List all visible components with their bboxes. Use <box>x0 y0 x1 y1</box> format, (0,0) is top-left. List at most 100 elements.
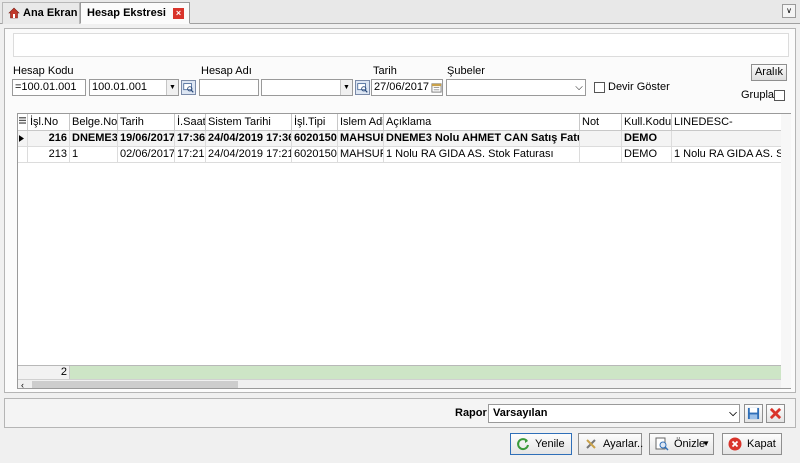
col-header-aciklama[interactable]: Açıklama <box>384 114 580 131</box>
cell-kull-kodu: DEMO <box>622 131 672 147</box>
hesap-kodu-to-value: 100.01.001 <box>92 81 148 93</box>
horizontal-scrollbar[interactable]: ‹ › <box>18 379 790 388</box>
search-icon <box>183 83 194 93</box>
chevron-down-icon[interactable]: ▼ <box>702 434 710 454</box>
cell-isl-tipi: 6020150 <box>292 147 338 163</box>
cell-islem-adi: MAHSUP <box>338 147 384 163</box>
cell-linedesc <box>672 131 790 147</box>
tab-strip: Ana Ekran Hesap Ekstresi × ∨ <box>0 0 800 24</box>
col-header-saat[interactable]: İ.Saat <box>175 114 206 131</box>
hesap-kodu-from-input[interactable]: =100.01.001 <box>12 79 86 96</box>
cell-belgeno: DNEME3 <box>70 131 118 147</box>
vertical-scrollbar[interactable] <box>781 114 791 388</box>
wrench-icon <box>586 439 596 449</box>
yenile-label: Yenile <box>535 438 565 450</box>
cell-saat: 17:36 <box>175 131 206 147</box>
col-header-kull-kodu[interactable]: Kull.Kodu <box>622 114 672 131</box>
aralik-button[interactable]: Aralık <box>751 64 787 81</box>
table-row[interactable]: 216 DNEME3 19/06/2017 17:36 24/04/2019 1… <box>18 131 790 147</box>
ayarlar-label: Ayarlar.. <box>603 438 644 450</box>
devir-goster-checkbox[interactable] <box>594 82 605 93</box>
grid-menu-icon[interactable] <box>18 114 28 131</box>
row-count: 2 <box>60 366 67 378</box>
col-header-tarih[interactable]: Tarih <box>118 114 175 131</box>
cell-islno: 216 <box>28 131 70 147</box>
main-panel: Hesap Kodu Hesap Adı Tarih Şubeler =100.… <box>4 28 796 393</box>
table-row[interactable]: 213 1 02/06/2017 17:21 24/04/2019 17:21 … <box>18 147 790 163</box>
cell-tarih: 02/06/2017 <box>118 147 175 163</box>
grupla-label: Grupla <box>741 89 775 101</box>
col-header-not[interactable]: Not <box>580 114 622 131</box>
grid-header: İşl.No Belge.No Tarih İ.Saat Sistem Tari… <box>18 114 790 131</box>
close-icon[interactable]: × <box>173 8 184 19</box>
col-header-islem-adi[interactable]: Islem Adi <box>338 114 384 131</box>
calendar-icon[interactable] <box>430 80 442 95</box>
tab-home-label: Ana Ekran <box>23 7 78 19</box>
cell-belgeno: 1 <box>70 147 118 163</box>
hesap-adi-combo[interactable]: ▼ <box>261 79 353 96</box>
onizle-button[interactable]: Önizle ▼ <box>649 433 714 455</box>
cell-islno: 213 <box>28 147 70 163</box>
subeler-label: Şubeler <box>447 65 485 77</box>
cell-not <box>580 147 622 163</box>
cell-aciklama: DNEME3 Nolu AHMET CAN Satış Faturası <box>384 131 580 147</box>
cell-not <box>580 131 622 147</box>
delete-icon <box>769 407 782 420</box>
cell-kull-kodu: DEMO <box>622 147 672 163</box>
col-header-belgeno[interactable]: Belge.No <box>70 114 118 131</box>
row-indicator-icon <box>18 131 28 147</box>
cell-tarih: 19/06/2017 <box>118 131 175 147</box>
chevron-down-icon[interactable]: ⌵ <box>727 405 739 422</box>
title-box <box>13 33 789 57</box>
tarih-label: Tarih <box>373 65 397 77</box>
tab-hesap-ekstresi[interactable]: Hesap Ekstresi × <box>80 2 190 24</box>
home-icon <box>8 7 20 19</box>
data-grid: İşl.No Belge.No Tarih İ.Saat Sistem Tari… <box>17 113 791 389</box>
search-icon <box>357 83 368 93</box>
hesap-adi-label: Hesap Adı <box>201 65 252 77</box>
cell-sistem-tarihi: 24/04/2019 17:21 <box>206 147 292 163</box>
lookup-icon[interactable] <box>355 80 370 95</box>
row-indicator <box>18 147 28 163</box>
close-circle-icon <box>728 437 742 451</box>
tab-hesap-ekstresi-label: Hesap Ekstresi <box>87 7 166 19</box>
yenile-button[interactable]: Yenile <box>510 433 572 455</box>
col-header-isl-tipi[interactable]: İşl.Tipi <box>292 114 338 131</box>
tab-home[interactable]: Ana Ekran <box>2 2 80 24</box>
hesap-adi-input[interactable] <box>199 79 259 96</box>
rapor-label: Rapor <box>455 407 487 419</box>
kapat-button[interactable]: Kapat <box>722 433 782 455</box>
cell-saat: 17:21 <box>175 147 206 163</box>
cell-linedesc: 1 Nolu RA GIDA AS. Stok <box>672 147 790 163</box>
col-header-sistem-tarihi[interactable]: Sistem Tarihi <box>206 114 292 131</box>
subeler-select[interactable]: ⌵ <box>446 79 586 96</box>
grupla-checkbox[interactable] <box>774 90 785 101</box>
devir-goster-label: Devir Göster <box>608 81 670 93</box>
chevron-down-icon[interactable]: ▼ <box>166 80 178 95</box>
cell-islem-adi: MAHSUP <box>338 131 384 147</box>
ayarlar-button[interactable]: Ayarlar.. <box>578 433 644 455</box>
hesap-kodu-label: Hesap Kodu <box>13 65 74 77</box>
rapor-value: Varsayılan <box>493 407 548 419</box>
rapor-select[interactable]: Varsayılan ⌵ <box>488 404 740 423</box>
cell-sistem-tarihi: 24/04/2019 17:36 <box>206 131 292 147</box>
hesap-kodu-to-input[interactable]: 100.01.001 ▼ <box>89 79 179 96</box>
report-bar: Rapor Varsayılan ⌵ <box>4 398 796 428</box>
delete-report-button[interactable] <box>766 404 785 423</box>
scroll-thumb[interactable] <box>32 381 238 388</box>
cell-aciklama: 1 Nolu RA GIDA AS. Stok Faturası <box>384 147 580 163</box>
chevron-down-icon[interactable]: ▼ <box>340 80 352 95</box>
chevron-left-icon[interactable]: ‹ <box>21 380 24 388</box>
kapat-label: Kapat <box>747 438 776 450</box>
tarih-input[interactable]: 27/06/2017 <box>371 79 443 96</box>
lookup-icon[interactable] <box>181 80 196 95</box>
preview-icon <box>655 437 669 451</box>
col-header-linedesc[interactable]: LINEDESC- <box>672 114 790 131</box>
chevron-down-icon[interactable]: ∨ <box>782 4 796 18</box>
col-header-islno[interactable]: İşl.No <box>28 114 70 131</box>
grid-footer: 2 <box>18 365 790 379</box>
chevron-down-icon[interactable]: ⌵ <box>573 80 585 95</box>
tarih-value: 27/06/2017 <box>374 81 430 93</box>
save-report-button[interactable] <box>744 404 763 423</box>
onizle-label: Önizle <box>674 438 706 450</box>
